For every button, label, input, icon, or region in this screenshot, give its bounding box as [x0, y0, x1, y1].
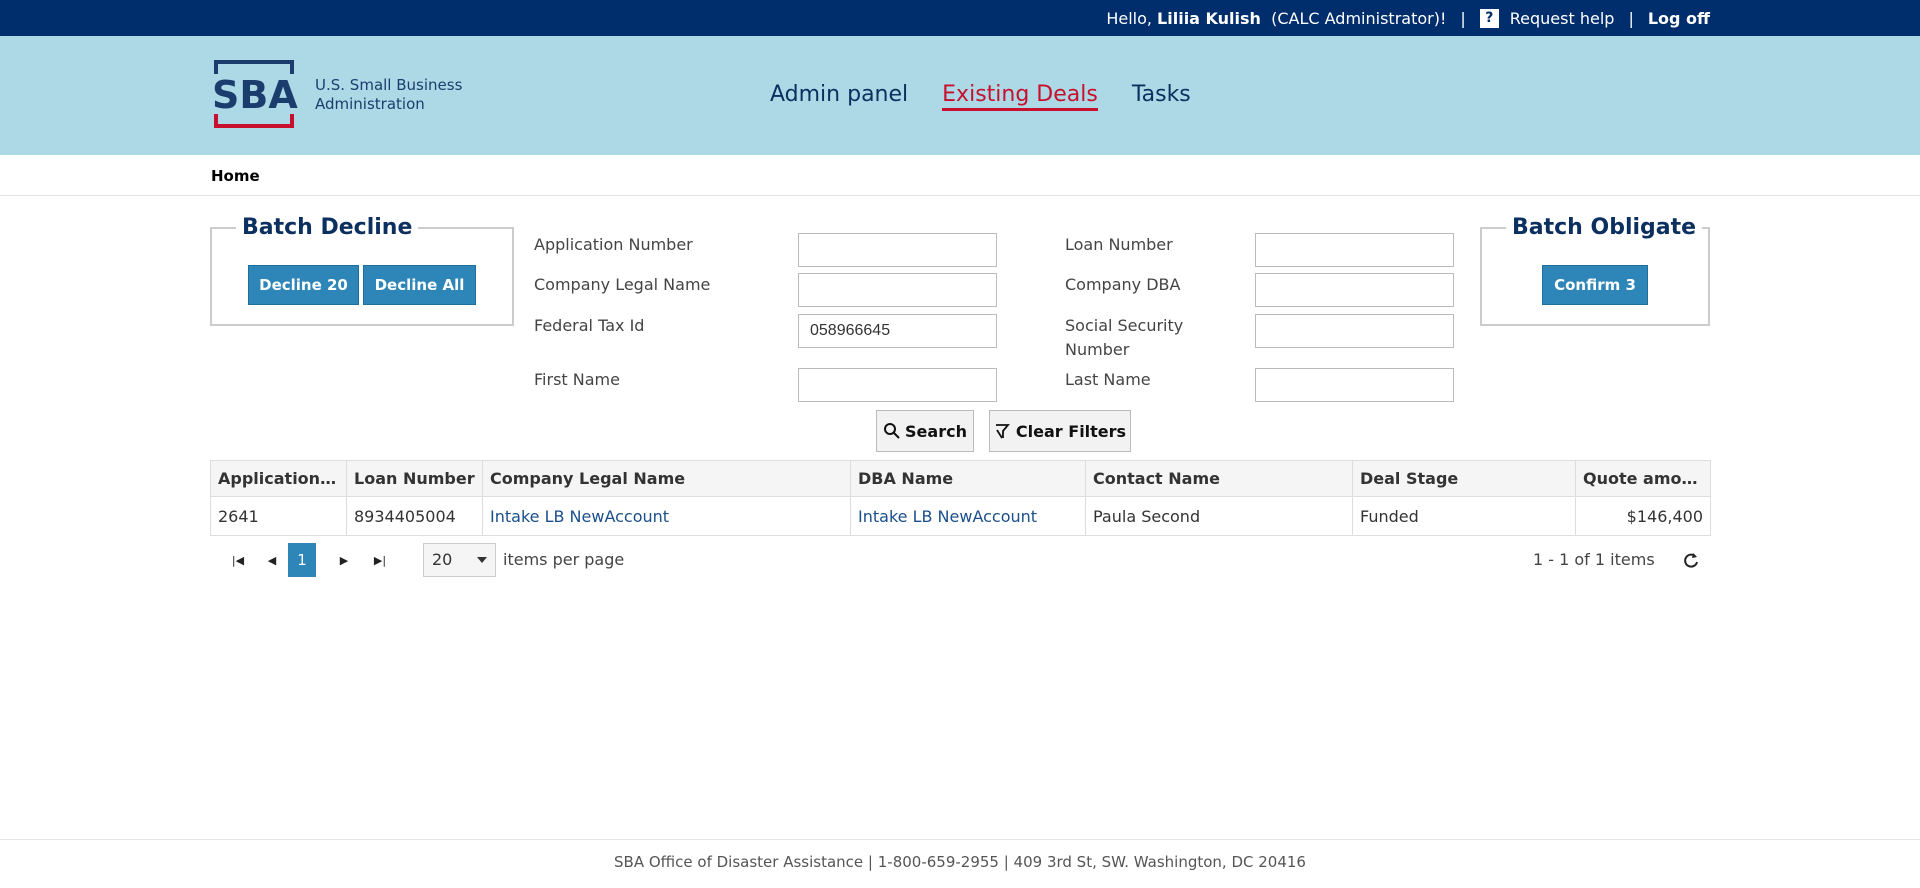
company-legal-name-label: Company Legal Name	[534, 275, 711, 294]
col-deal-stage[interactable]: Deal Stage	[1352, 460, 1576, 497]
caret-down-icon	[477, 557, 487, 563]
cell-application-number: 2641	[210, 496, 347, 536]
top-bar: Hello, Liliia Kulish (CALC Administrator…	[0, 0, 1920, 36]
col-loan-number[interactable]: Loan Number	[346, 460, 483, 497]
batch-obligate-title: Batch Obligate	[1512, 215, 1697, 240]
breadcrumb[interactable]: Home	[211, 167, 260, 185]
col-company-legal-name[interactable]: Company Legal Name	[482, 460, 851, 497]
sba-logo-icon[interactable]: SBA	[212, 60, 302, 128]
federal-tax-id-label: Federal Tax Id	[534, 316, 645, 335]
first-name-label: First Name	[534, 370, 620, 389]
ssn-label-line2: Number	[1065, 340, 1130, 359]
ssn-label-line1: Social Security	[1065, 316, 1184, 335]
decline-20-button[interactable]: Decline 20	[248, 265, 359, 305]
nav-existing-deals[interactable]: Existing Deals	[942, 82, 1098, 111]
clear-filters-label: Clear Filters	[1015, 421, 1127, 441]
help-icon[interactable]: ?	[1479, 8, 1499, 28]
logo-letters: SBA	[212, 73, 298, 117]
divider	[0, 839, 1920, 840]
nav-admin-panel[interactable]: Admin panel	[770, 82, 908, 111]
col-quote-amount[interactable]: Quote amount	[1575, 460, 1711, 497]
cell-deal-stage: Funded	[1352, 496, 1576, 536]
deals-table: Application ... Loan Number Company Lega…	[210, 460, 1711, 536]
table-header-row: Application ... Loan Number Company Lega…	[210, 460, 1711, 497]
last-name-label: Last Name	[1065, 370, 1151, 389]
items-per-page-label: items per page	[503, 550, 625, 569]
search-button[interactable]: Search	[876, 410, 974, 452]
main-nav: Admin panel Existing Deals Tasks	[770, 82, 1191, 111]
user-menu: Hello, Liliia Kulish (CALC Administrator…	[1106, 0, 1710, 36]
search-icon	[884, 423, 900, 439]
refresh-icon[interactable]	[1682, 552, 1700, 570]
clear-filter-icon	[995, 424, 1010, 439]
col-dba-name[interactable]: DBA Name	[850, 460, 1086, 497]
request-help-link[interactable]: Request help	[1510, 9, 1615, 28]
next-page-icon[interactable]: ▶	[330, 543, 358, 577]
page-size-select[interactable]: 20	[423, 543, 496, 577]
pager: |◀ ◀ 1 ▶ ▶| 20 items per page 1 - 1 of 1…	[210, 543, 1710, 579]
search-label: Search	[905, 421, 967, 441]
application-number-label: Application Number	[534, 235, 693, 254]
first-page-icon[interactable]: |◀	[224, 543, 252, 577]
application-number-input[interactable]	[798, 233, 997, 267]
ssn-input[interactable]	[1255, 314, 1454, 348]
confirm-button[interactable]: Confirm 3	[1542, 265, 1648, 305]
cell-contact-name: Paula Second	[1085, 496, 1353, 536]
agency-name: U.S. Small Business Administration	[315, 76, 462, 114]
page-size-value: 20	[432, 550, 453, 569]
decline-all-button[interactable]: Decline All	[363, 265, 476, 305]
agency-name-line2: Administration	[315, 95, 425, 113]
cell-loan-number: 8934405004	[346, 496, 483, 536]
company-legal-name-input[interactable]	[798, 273, 997, 307]
first-name-input[interactable]	[798, 368, 997, 402]
site-header: SBA U.S. Small Business Administration A…	[0, 36, 1920, 155]
dba-name-link[interactable]: Intake LB NewAccount	[850, 496, 1086, 536]
current-page[interactable]: 1	[288, 543, 316, 577]
greeting-text: Hello,	[1106, 8, 1152, 28]
cell-quote-amount: $146,400	[1575, 496, 1711, 536]
last-page-icon[interactable]: ▶|	[366, 543, 394, 577]
col-application-number[interactable]: Application ...	[210, 460, 347, 497]
nav-tasks[interactable]: Tasks	[1132, 82, 1191, 111]
ssn-label: Social Security Number	[1065, 314, 1183, 362]
divider	[0, 195, 1920, 196]
agency-name-line1: U.S. Small Business	[315, 76, 463, 94]
loan-number-label: Loan Number	[1065, 235, 1173, 254]
pager-summary: 1 - 1 of 1 items	[1533, 550, 1655, 569]
footer-text: SBA Office of Disaster Assistance | 1-80…	[614, 853, 1306, 871]
federal-tax-id-input[interactable]	[798, 314, 997, 348]
company-dba-input[interactable]	[1255, 273, 1454, 307]
separator: |	[1628, 8, 1634, 28]
company-dba-label: Company DBA	[1065, 275, 1181, 294]
batch-decline-title: Batch Decline	[242, 215, 413, 240]
last-name-input[interactable]	[1255, 368, 1454, 402]
user-name: Liliia Kulish	[1157, 8, 1261, 28]
loan-number-input[interactable]	[1255, 233, 1454, 267]
col-contact-name[interactable]: Contact Name	[1085, 460, 1353, 497]
separator: |	[1460, 8, 1466, 28]
prev-page-icon[interactable]: ◀	[258, 543, 286, 577]
logoff-link[interactable]: Log off	[1648, 9, 1710, 28]
user-role: (CALC Administrator)!	[1271, 8, 1447, 28]
clear-filters-button[interactable]: Clear Filters	[989, 410, 1131, 452]
table-row[interactable]: 2641 8934405004 Intake LB NewAccount Int…	[210, 496, 1711, 536]
company-legal-name-link[interactable]: Intake LB NewAccount	[482, 496, 851, 536]
